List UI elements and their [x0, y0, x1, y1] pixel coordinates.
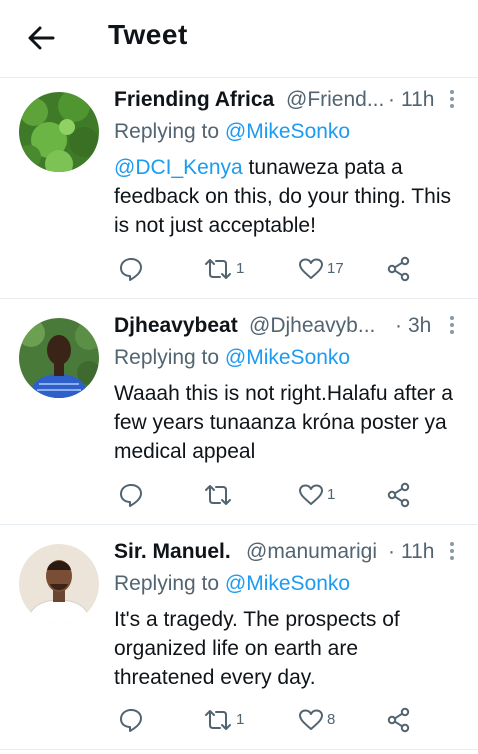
retweet-icon [205, 485, 231, 505]
replying-to-label: Replying to [114, 346, 220, 369]
like-count: 1 [327, 486, 336, 503]
tweet-text: Waaah this is not right.Halafu after a f… [114, 379, 464, 466]
separator-dot: · [388, 88, 395, 111]
tweet-text: @DCI_Kenya tunaweza pata a feedback on t… [114, 153, 464, 240]
avatar[interactable] [19, 92, 99, 172]
heart-icon [299, 258, 323, 279]
top-bar: Tweet [0, 0, 478, 78]
tweet[interactable]: Sir. Manuel. @manumarigi · 11h Replying … [0, 525, 478, 750]
user-handle[interactable]: @manumarigi [246, 540, 388, 564]
display-name[interactable]: Friending Africa [114, 88, 274, 112]
back-arrow-icon[interactable] [26, 24, 56, 52]
share-icon [387, 707, 410, 733]
replying-to: Replying to @MikeSonko [114, 572, 350, 596]
display-name[interactable]: Sir. Manuel. [114, 540, 231, 564]
user-handle[interactable]: @Friend... [286, 88, 384, 112]
like-count: 8 [327, 711, 336, 728]
timestamp[interactable]: 11h [401, 540, 434, 564]
avatar-image [19, 318, 99, 398]
tweet[interactable]: Djheavybeat @Djheavyb... · 3h Replying t… [0, 299, 478, 525]
heart-icon [299, 709, 323, 730]
tweet-text: It's a tragedy. The prospects of organiz… [114, 605, 464, 692]
comment-icon [120, 709, 142, 732]
replying-to-mention[interactable]: @MikeSonko [225, 120, 350, 143]
tweet-body: It's a tragedy. The prospects of organiz… [114, 608, 400, 689]
comment-icon [120, 484, 142, 507]
separator-dot: · [388, 540, 395, 563]
retweet-count: 1 [236, 260, 245, 277]
more-options-icon[interactable] [449, 540, 455, 562]
more-options-icon[interactable] [449, 88, 455, 110]
more-options-icon[interactable] [449, 314, 455, 336]
timestamp[interactable]: 3h [408, 314, 431, 338]
replying-to-label: Replying to [114, 120, 220, 143]
retweet-icon [205, 710, 231, 730]
timestamp[interactable]: 11h [401, 88, 434, 112]
tweet-mention[interactable]: @DCI_Kenya [114, 156, 243, 179]
retweet-count: 1 [236, 711, 245, 728]
page-title: Tweet [108, 19, 188, 50]
avatar-image [19, 92, 99, 172]
separator-dot: · [395, 314, 402, 337]
like-count: 17 [327, 260, 344, 277]
share-icon [387, 256, 410, 282]
user-handle[interactable]: @Djheavyb... [249, 314, 379, 338]
tweet-body: Waaah this is not right.Halafu after a f… [114, 382, 453, 463]
replying-to-label: Replying to [114, 572, 220, 595]
comment-icon [120, 258, 142, 281]
replying-to: Replying to @MikeSonko [114, 346, 350, 370]
heart-icon [299, 484, 323, 505]
replying-to-mention[interactable]: @MikeSonko [225, 346, 350, 369]
tweet[interactable]: Friending Africa @Friend... · 11h Replyi… [0, 78, 478, 299]
replying-to: Replying to @MikeSonko [114, 120, 350, 144]
display-name[interactable]: Djheavybeat [114, 314, 238, 338]
replying-to-mention[interactable]: @MikeSonko [225, 572, 350, 595]
avatar[interactable] [19, 318, 99, 398]
avatar-image [19, 544, 99, 624]
avatar[interactable] [19, 544, 99, 624]
retweet-icon [205, 259, 231, 279]
share-icon [387, 482, 410, 508]
